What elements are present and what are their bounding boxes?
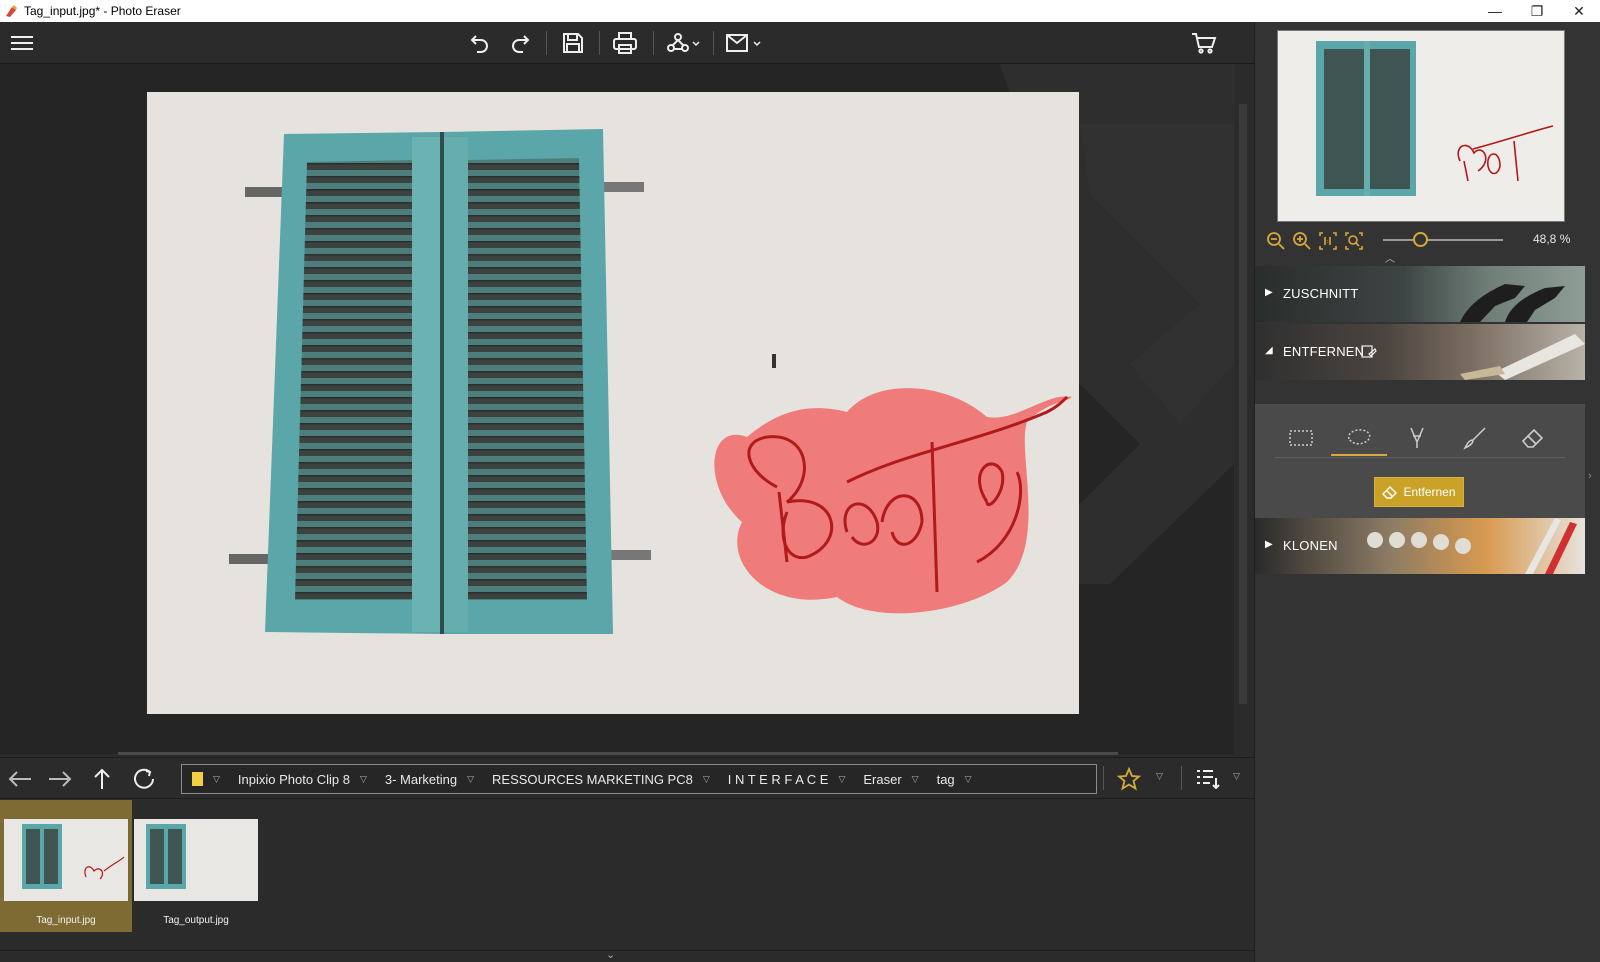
chevron-down-icon[interactable]: ▽ xyxy=(838,774,845,785)
zoom-value: 48,8 % xyxy=(1533,232,1571,246)
remove-tools: Entfernen xyxy=(1255,404,1585,518)
remove-button-label: Entfernen xyxy=(1403,485,1456,499)
rectangle-select-icon[interactable] xyxy=(1273,420,1329,456)
close-button[interactable]: ✕ xyxy=(1558,0,1600,22)
vertical-scrollbar[interactable] xyxy=(1236,64,1250,754)
lasso-select-icon[interactable] xyxy=(1331,420,1387,456)
hinge xyxy=(602,182,644,192)
hamburger-icon[interactable] xyxy=(8,30,36,56)
arrow-up-icon[interactable] xyxy=(88,766,116,792)
save-icon[interactable] xyxy=(559,30,587,56)
collapse-arrow-icon: ◢ xyxy=(1265,345,1273,356)
chevron-down-icon[interactable]: ▽ xyxy=(467,774,474,785)
breadcrumb-root[interactable]: ▽ xyxy=(182,765,228,793)
chevron-down-icon[interactable]: ▽ xyxy=(213,774,220,785)
section-label: ENTFERNEN xyxy=(1283,344,1365,359)
eraser-mini-icon xyxy=(1361,345,1377,358)
section-label: ZUSCHNITT xyxy=(1283,286,1359,301)
right-panel: 48,8 % ︿ ▶ ZUSCHNITT ◢ ENTFERNEN Entfern… xyxy=(1254,22,1600,962)
hinge xyxy=(609,550,651,560)
chevron-down-icon[interactable]: ▽ xyxy=(1156,771,1163,782)
pen-select-icon[interactable] xyxy=(1389,420,1445,456)
canvas-area[interactable] xyxy=(0,64,1234,754)
thumbnail-label: Tag_input.jpg xyxy=(36,915,96,926)
chevron-right-icon[interactable]: › xyxy=(1588,470,1592,482)
chevron-down-icon[interactable]: ▽ xyxy=(703,774,710,785)
expand-arrow-icon: ▶ xyxy=(1265,287,1273,298)
breadcrumb-item[interactable]: Eraser ▽ xyxy=(853,765,926,793)
zoom-slider-knob[interactable] xyxy=(1413,232,1428,247)
window-title: Tag_input.jpg* - Photo Eraser xyxy=(24,4,181,18)
star-icon[interactable] xyxy=(1115,766,1143,792)
collapse-up-icon[interactable]: ︿ xyxy=(1385,250,1395,265)
thumbnail-label: Tag_output.jpg xyxy=(163,915,229,926)
cart-icon[interactable] xyxy=(1190,30,1218,56)
breadcrumb-item[interactable]: tag ▽ xyxy=(927,765,980,793)
sort-list-icon[interactable] xyxy=(1194,766,1222,792)
breadcrumb: ▽ Inpixio Photo Clip 8 ▽ 3- Marketing ▽ RE… xyxy=(181,764,1097,794)
chevron-down-icon[interactable]: ▽ xyxy=(912,774,919,785)
zoom-slider-track[interactable] xyxy=(1383,239,1503,241)
zoom-controls: 48,8 % xyxy=(1265,228,1585,252)
actual-size-icon[interactable] xyxy=(1317,230,1339,252)
filmstrip: Tag_input.jpg Tag_output.jpg xyxy=(0,800,1254,950)
breadcrumb-item[interactable]: I N T E R F A C E ▽ xyxy=(718,765,854,793)
arrow-right-icon[interactable] xyxy=(46,766,74,792)
navigation-bar: ▽ Inpixio Photo Clip 8 ▽ 3- Marketing ▽ RE… xyxy=(0,757,1254,799)
section-remove[interactable]: ◢ ENTFERNEN xyxy=(1255,324,1585,380)
hinge xyxy=(229,554,273,564)
chevron-down-icon[interactable]: ⌄ xyxy=(606,948,615,961)
breadcrumb-item[interactable]: RESSOURCES MARKETING PC8 ▽ xyxy=(482,765,718,793)
brush-icon[interactable] xyxy=(1447,420,1503,456)
maximize-button[interactable]: ❐ xyxy=(1516,0,1558,22)
navigator-preview[interactable] xyxy=(1277,30,1565,222)
scroll-thumb[interactable] xyxy=(1239,104,1247,704)
chevron-down-icon[interactable]: ▽ xyxy=(1233,771,1240,782)
left-shutter xyxy=(265,132,443,634)
app-icon xyxy=(6,5,17,17)
expand-arrow-icon: ▶ xyxy=(1265,539,1273,550)
thumbnail-image xyxy=(134,819,258,901)
title-bar: Tag_input.jpg* - Photo Eraser — ❐ ✕ xyxy=(0,0,1600,22)
export-icon[interactable] xyxy=(725,30,763,56)
edited-photo[interactable] xyxy=(147,92,1079,714)
redo-icon[interactable] xyxy=(506,30,534,56)
section-clone[interactable]: ▶ KLONEN xyxy=(1255,518,1585,574)
main-toolbar xyxy=(0,22,1254,64)
undo-icon[interactable] xyxy=(466,30,494,56)
remove-button[interactable]: Entfernen xyxy=(1374,477,1464,507)
eraser-icon[interactable] xyxy=(1505,420,1561,456)
hinge xyxy=(245,187,285,197)
breadcrumb-item[interactable]: Inpixio Photo Clip 8 ▽ xyxy=(228,765,375,793)
folder-icon xyxy=(192,772,203,786)
refresh-icon[interactable] xyxy=(130,766,158,792)
bottom-bar: ⌄ xyxy=(0,948,1254,962)
section-label: KLONEN xyxy=(1283,538,1338,553)
section-crop[interactable]: ▶ ZUSCHNITT xyxy=(1255,266,1585,322)
chevron-down-icon[interactable]: ▽ xyxy=(360,774,367,785)
breadcrumb-item[interactable]: 3- Marketing ▽ xyxy=(375,765,482,793)
zoom-out-icon[interactable] xyxy=(1265,230,1287,252)
right-shutter xyxy=(442,129,613,634)
zoom-in-icon[interactable] xyxy=(1291,230,1313,252)
fit-screen-icon[interactable] xyxy=(1343,230,1365,252)
thumbnail-image xyxy=(4,819,128,901)
thumbnail-item[interactable]: Tag_input.jpg xyxy=(0,800,132,932)
arrow-left-icon[interactable] xyxy=(6,766,34,792)
eraser-icon xyxy=(1382,486,1398,499)
horizontal-scrollbar[interactable] xyxy=(118,752,1118,755)
chevron-down-icon[interactable]: ▽ xyxy=(965,774,972,785)
print-icon[interactable] xyxy=(611,30,639,56)
share-icon[interactable] xyxy=(666,30,702,56)
thumbnail-item[interactable]: Tag_output.jpg xyxy=(130,800,262,932)
minimize-button[interactable]: — xyxy=(1474,0,1516,22)
